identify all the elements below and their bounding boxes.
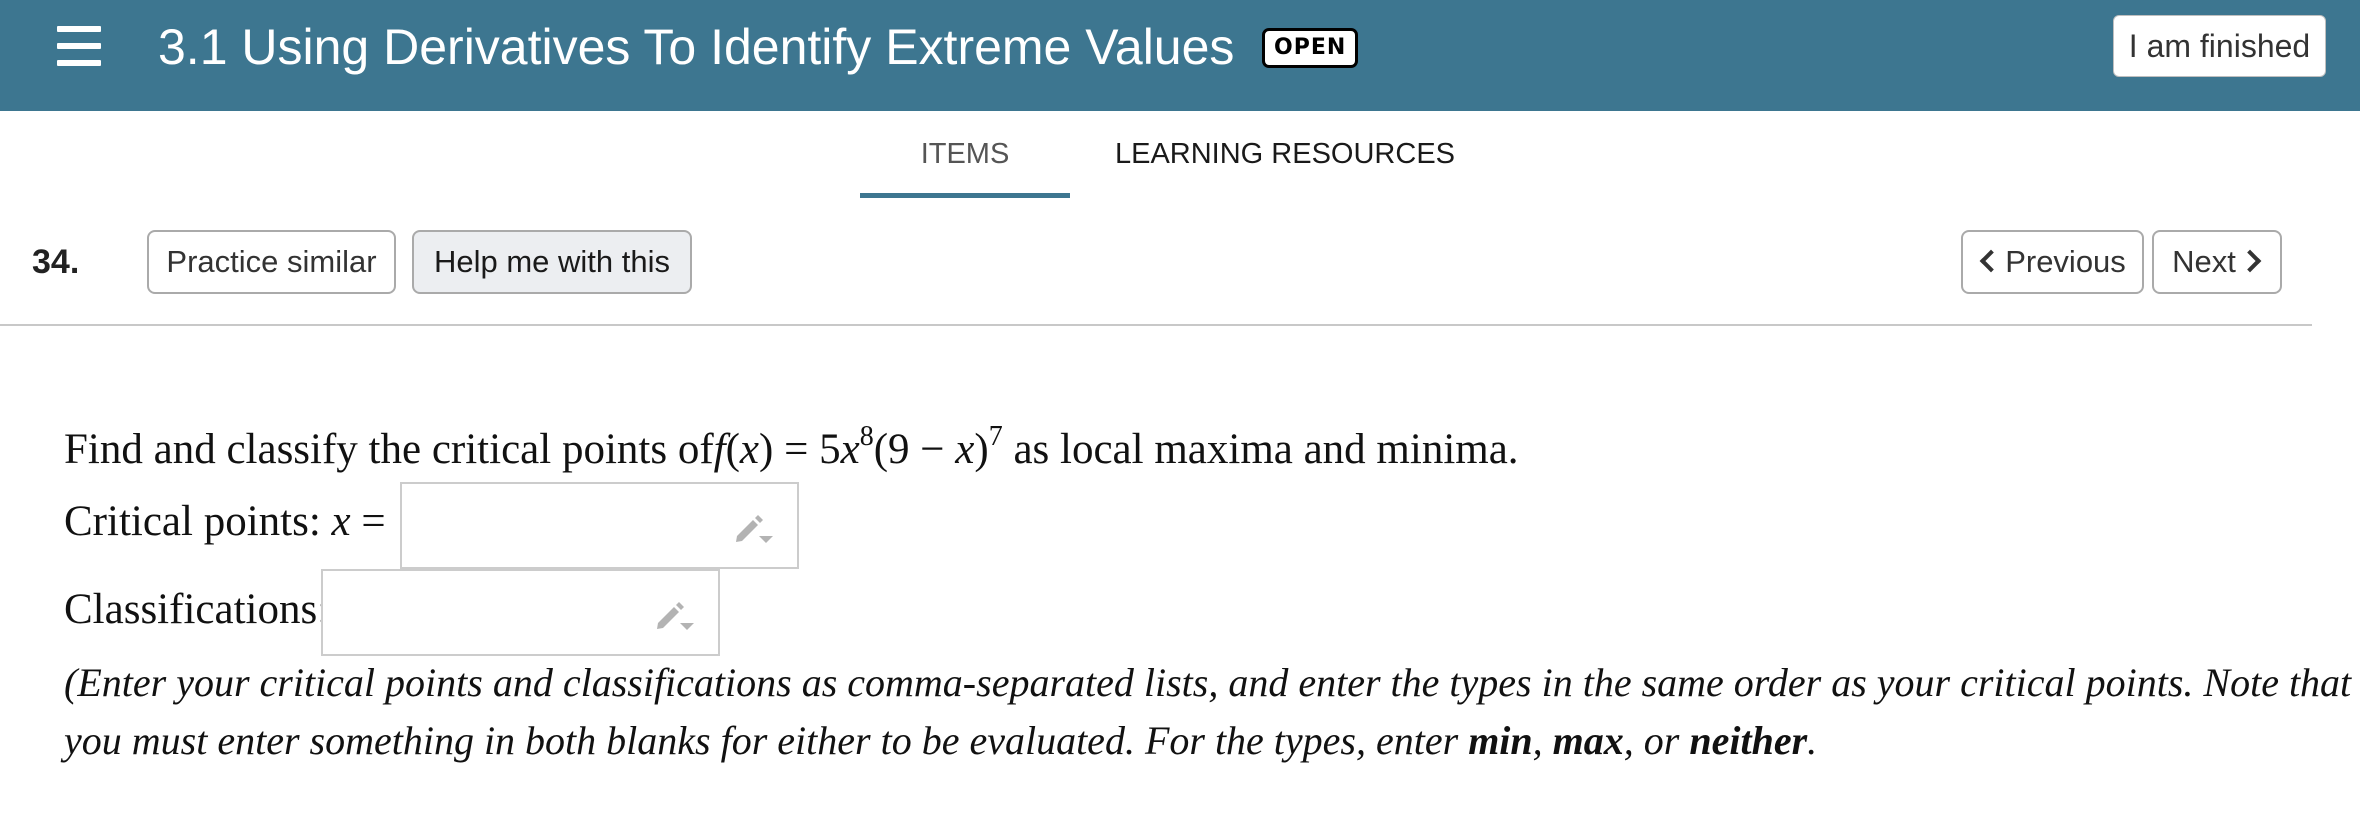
critical-points-label: Critical points: x = [64,498,386,545]
instructions-text: (Enter your critical points and classifi… [64,654,2352,770]
help-me-button[interactable]: Help me with this [412,230,692,294]
tab-learning-resources[interactable]: LEARNING RESOURCES [1100,132,1470,198]
tab-items[interactable]: ITEMS [860,132,1070,198]
classifications-label: Classifications: [64,586,330,633]
classifications-input[interactable] [321,569,720,656]
hamburger-menu-icon[interactable] [57,26,101,66]
status-badge: OPEN [1262,28,1359,68]
header-bar: 3.1 Using Derivatives To Identify Extrem… [0,0,2360,111]
question-number: 34. [32,243,80,281]
critical-points-input[interactable] [400,482,799,569]
instruction-line-2: you must enter something in both blanks … [64,718,1818,763]
next-label: Next [2172,244,2236,279]
question-prompt: Find and classify the critical points of… [64,421,1519,474]
divider [0,324,2312,326]
previous-label: Previous [2005,244,2126,279]
page-title: 3.1 Using Derivatives To Identify Extrem… [158,19,1235,75]
finish-button[interactable]: I am finished [2113,15,2326,77]
pencil-dropdown-icon[interactable] [733,512,775,546]
next-button[interactable]: Next [2152,230,2282,294]
chevron-right-icon [2238,249,2262,273]
type-min: min [1468,718,1533,763]
pencil-dropdown-icon[interactable] [654,599,696,633]
practice-similar-button[interactable]: Practice similar [147,230,396,294]
type-neither: neither [1689,718,1808,763]
chevron-left-icon [1979,249,2003,273]
type-max: max [1552,718,1624,763]
instruction-line-1: (Enter your critical points and classifi… [64,660,2352,705]
previous-button[interactable]: Previous [1961,230,2144,294]
